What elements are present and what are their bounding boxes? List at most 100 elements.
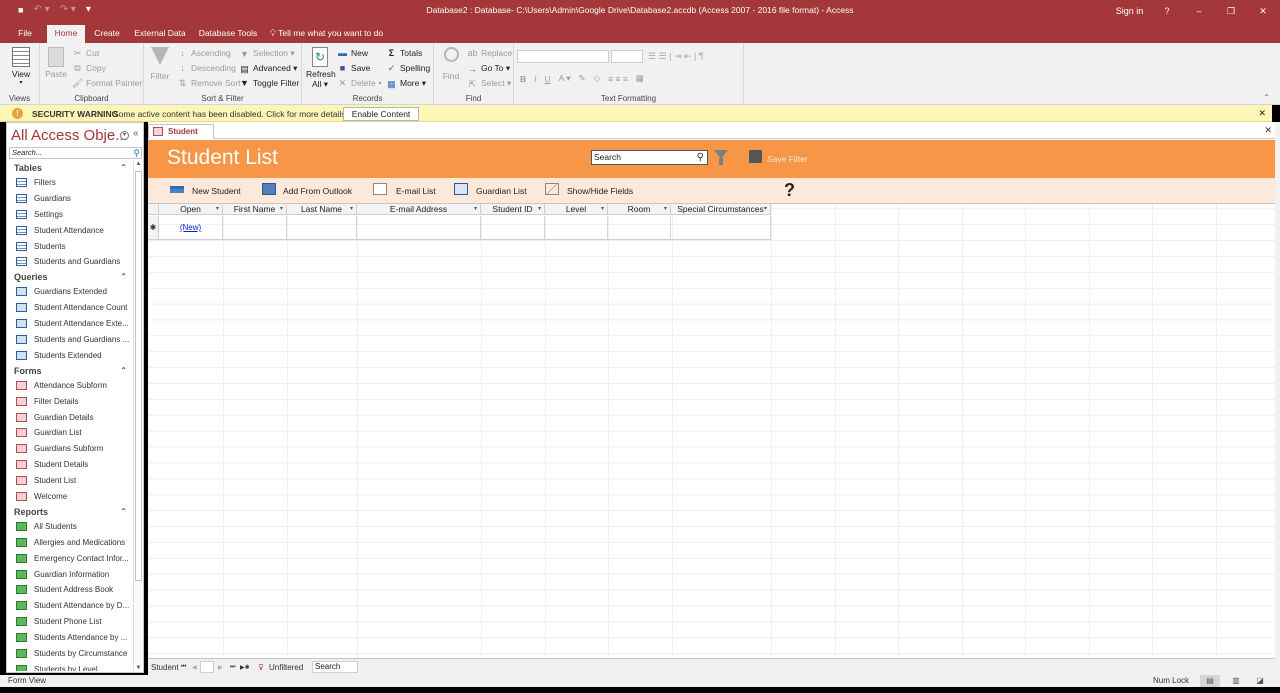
replace-button[interactable]: ab Replace [467, 48, 512, 58]
nav-item[interactable]: Student Attendance Count [7, 300, 133, 316]
last-record-button[interactable]: ⏭ [230, 664, 235, 671]
email-list-button[interactable]: E-mail List [396, 186, 436, 196]
filter-button[interactable]: Filter [148, 47, 172, 81]
select-button[interactable]: ⇱ Select ▾ [467, 78, 512, 89]
fill-color-icon[interactable]: ◇ [594, 73, 601, 84]
column-header[interactable]: Special Circumstances ▾ [671, 204, 771, 215]
more-button[interactable]: ▦ More ▾ [386, 78, 426, 89]
close-button[interactable]: ✕ [1246, 6, 1280, 17]
tab-external-data[interactable]: External Data [132, 25, 188, 43]
table-cell[interactable] [287, 216, 357, 239]
tab-create[interactable]: Create [90, 25, 124, 43]
nav-item[interactable]: Guardian List [7, 425, 133, 441]
form-view-icon[interactable]: ▤ [1200, 675, 1220, 687]
nav-section-forms[interactable]: Forms ⌃ [7, 364, 133, 378]
new-record-row[interactable]: ✱ (New) [148, 216, 771, 240]
column-dropdown-icon[interactable]: ▾ [474, 204, 477, 215]
table-cell[interactable]: (New) [159, 216, 223, 239]
open-new-link[interactable]: (New) [180, 223, 201, 232]
column-dropdown-icon[interactable]: ▾ [216, 204, 219, 215]
nav-item[interactable]: Students and Guardians ... [7, 332, 133, 348]
save-filter-button[interactable]: Save Filter [767, 154, 808, 164]
form-search-input[interactable]: Search ⚲ [591, 150, 708, 165]
scroll-thumb[interactable] [135, 171, 142, 581]
column-dropdown-icon[interactable]: ▾ [601, 204, 604, 215]
find-button[interactable]: Find [438, 47, 464, 81]
column-dropdown-icon[interactable]: ▾ [764, 204, 767, 215]
search-icon[interactable]: ⚲ [697, 151, 704, 164]
nav-item[interactable]: Guardian Information [7, 567, 133, 583]
column-dropdown-icon[interactable]: ▾ [538, 204, 541, 215]
sign-in-link[interactable]: Sign in [1107, 6, 1152, 16]
design-view-icon[interactable]: ◪ [1250, 675, 1270, 687]
nav-item[interactable]: Emergency Contact Infor... [7, 551, 133, 567]
nav-item[interactable]: Attendance Subform [7, 378, 133, 394]
filter-status-button[interactable]: Unfiltered [269, 663, 303, 672]
nav-pane-title[interactable]: All Access Obje... [11, 127, 128, 144]
enable-content-button[interactable]: Enable Content [343, 107, 419, 121]
new-student-button[interactable]: New Student [192, 186, 241, 196]
column-dropdown-icon[interactable]: ▾ [664, 204, 667, 215]
align-icons[interactable]: ≡ ≡ ≡ [608, 74, 628, 84]
next-record-button[interactable]: ▶ [218, 664, 223, 671]
scroll-down-icon[interactable]: ▼ [134, 665, 143, 671]
nav-item[interactable]: Guardians Subform [7, 441, 133, 457]
tab-database-tools[interactable]: Database Tools [196, 25, 260, 43]
show-hide-fields-button[interactable]: Show/Hide Fields [567, 186, 633, 196]
help-icon[interactable]: ? [784, 180, 795, 201]
copy-button[interactable]: ⧉ Copy [72, 63, 106, 73]
highlight-icon[interactable]: ✎ [579, 73, 586, 84]
table-cell[interactable] [357, 216, 481, 239]
scroll-up-icon[interactable]: ▲ [134, 161, 143, 167]
column-dropdown-icon[interactable]: ▾ [350, 204, 353, 215]
goto-button[interactable]: → Go To ▾ [467, 63, 510, 74]
toggle-filter-button[interactable]: ▼ Toggle Filter [239, 78, 299, 88]
table-cell[interactable] [223, 216, 287, 239]
first-record-button[interactable]: ⏮ [181, 664, 186, 671]
nav-item[interactable]: Students by Level [7, 662, 133, 671]
nav-item[interactable]: Allergies and Medications [7, 535, 133, 551]
nav-item[interactable]: Students Attendance by ... [7, 630, 133, 646]
nav-item[interactable]: Guardians Extended [7, 284, 133, 300]
column-header[interactable]: E-mail Address ▾ [357, 204, 481, 215]
collapse-section-icon[interactable]: ⌃ [120, 505, 127, 519]
nav-section-reports[interactable]: Reports ⌃ [7, 505, 133, 519]
select-all-corner[interactable] [148, 204, 159, 215]
table-cell[interactable] [481, 216, 545, 239]
minimize-button[interactable]: – [1182, 6, 1216, 16]
restore-button[interactable]: ❐ [1216, 6, 1246, 17]
selection-button[interactable]: ▼ Selection ▾ [239, 48, 295, 59]
spelling-button[interactable]: ✓ Spelling [386, 63, 431, 73]
paste-button[interactable]: Paste [44, 47, 68, 79]
nav-item[interactable]: Students and Guardians [7, 254, 133, 270]
table-cell[interactable] [608, 216, 671, 239]
format-painter-button[interactable]: 🖌︎ Format Painter [72, 78, 142, 88]
nav-item[interactable]: Student Attendance [7, 223, 133, 239]
delete-record-button[interactable]: ✕ Delete ▾ [337, 78, 382, 88]
search-icon[interactable]: ⚲ [133, 148, 140, 158]
font-name-dropdown[interactable] [517, 50, 609, 63]
close-document-icon[interactable]: ✕ [1264, 125, 1272, 136]
nav-scrollbar[interactable]: ▲ ▼ [133, 161, 143, 671]
nav-item[interactable]: Welcome [7, 489, 133, 505]
nav-item[interactable]: Student Details [7, 457, 133, 473]
save-filter-icon[interactable] [749, 150, 762, 163]
tab-home[interactable]: Home [47, 25, 85, 43]
row-selector[interactable]: ✱ [148, 216, 159, 239]
nav-item[interactable]: Students by Circumstance [7, 646, 133, 662]
nav-menu-icon[interactable]: ▾ [120, 131, 129, 140]
record-search-input[interactable]: Search [312, 661, 358, 673]
nav-section-tables[interactable]: Tables ⌃ [7, 161, 133, 175]
column-dropdown-icon[interactable]: ▾ [280, 204, 283, 215]
guardian-list-button[interactable]: Guardian List [476, 186, 527, 196]
remove-sort-button[interactable]: ⇅ Remove Sort [177, 78, 241, 88]
collapse-section-icon[interactable]: ⌃ [120, 270, 127, 284]
view-button[interactable]: View ▾ [7, 47, 35, 86]
italic-button[interactable]: I [534, 74, 536, 84]
tell-me-search[interactable]: 💡︎ Tell me what you want to do [270, 25, 390, 43]
doc-tab-student-list[interactable]: Student List [148, 124, 214, 149]
gridlines-icon[interactable]: ▦ [636, 73, 644, 84]
cut-button[interactable]: ✂ Cut [72, 48, 100, 58]
nav-item[interactable]: Student Attendance by D... [7, 598, 133, 614]
save-record-button[interactable]: ■ Save [337, 63, 371, 73]
